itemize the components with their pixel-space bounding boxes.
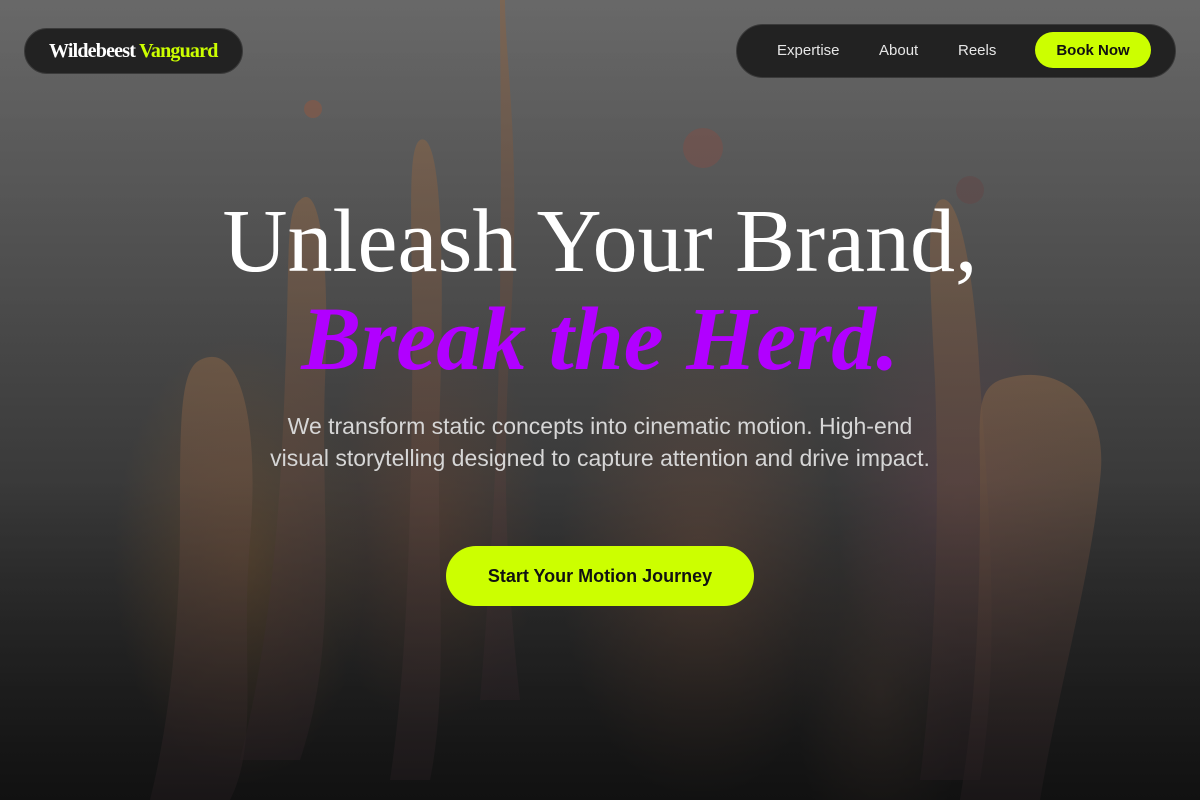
book-now-button[interactable]: Book Now (1035, 32, 1151, 68)
main-nav: Expertise About Reels Book Now (736, 24, 1176, 78)
hero-headline-primary: Unleash Your Brand, (222, 192, 978, 291)
hero-overlay (0, 0, 1200, 800)
brand-logo[interactable]: Wildebeest Vanguard (24, 28, 243, 74)
nav-link-reels[interactable]: Reels (958, 42, 996, 59)
brand-name-accent: Vanguard (139, 39, 218, 62)
start-motion-journey-button[interactable]: Start Your Motion Journey (446, 546, 754, 606)
nav-link-about[interactable]: About (879, 42, 918, 59)
hero-headline-accent: Break the Herd. (301, 290, 899, 389)
brand-name-primary: Wildebeest (49, 39, 136, 62)
hero-subtext: We transform static concepts into cinema… (270, 413, 930, 471)
nav-link-expertise[interactable]: Expertise (777, 42, 840, 59)
